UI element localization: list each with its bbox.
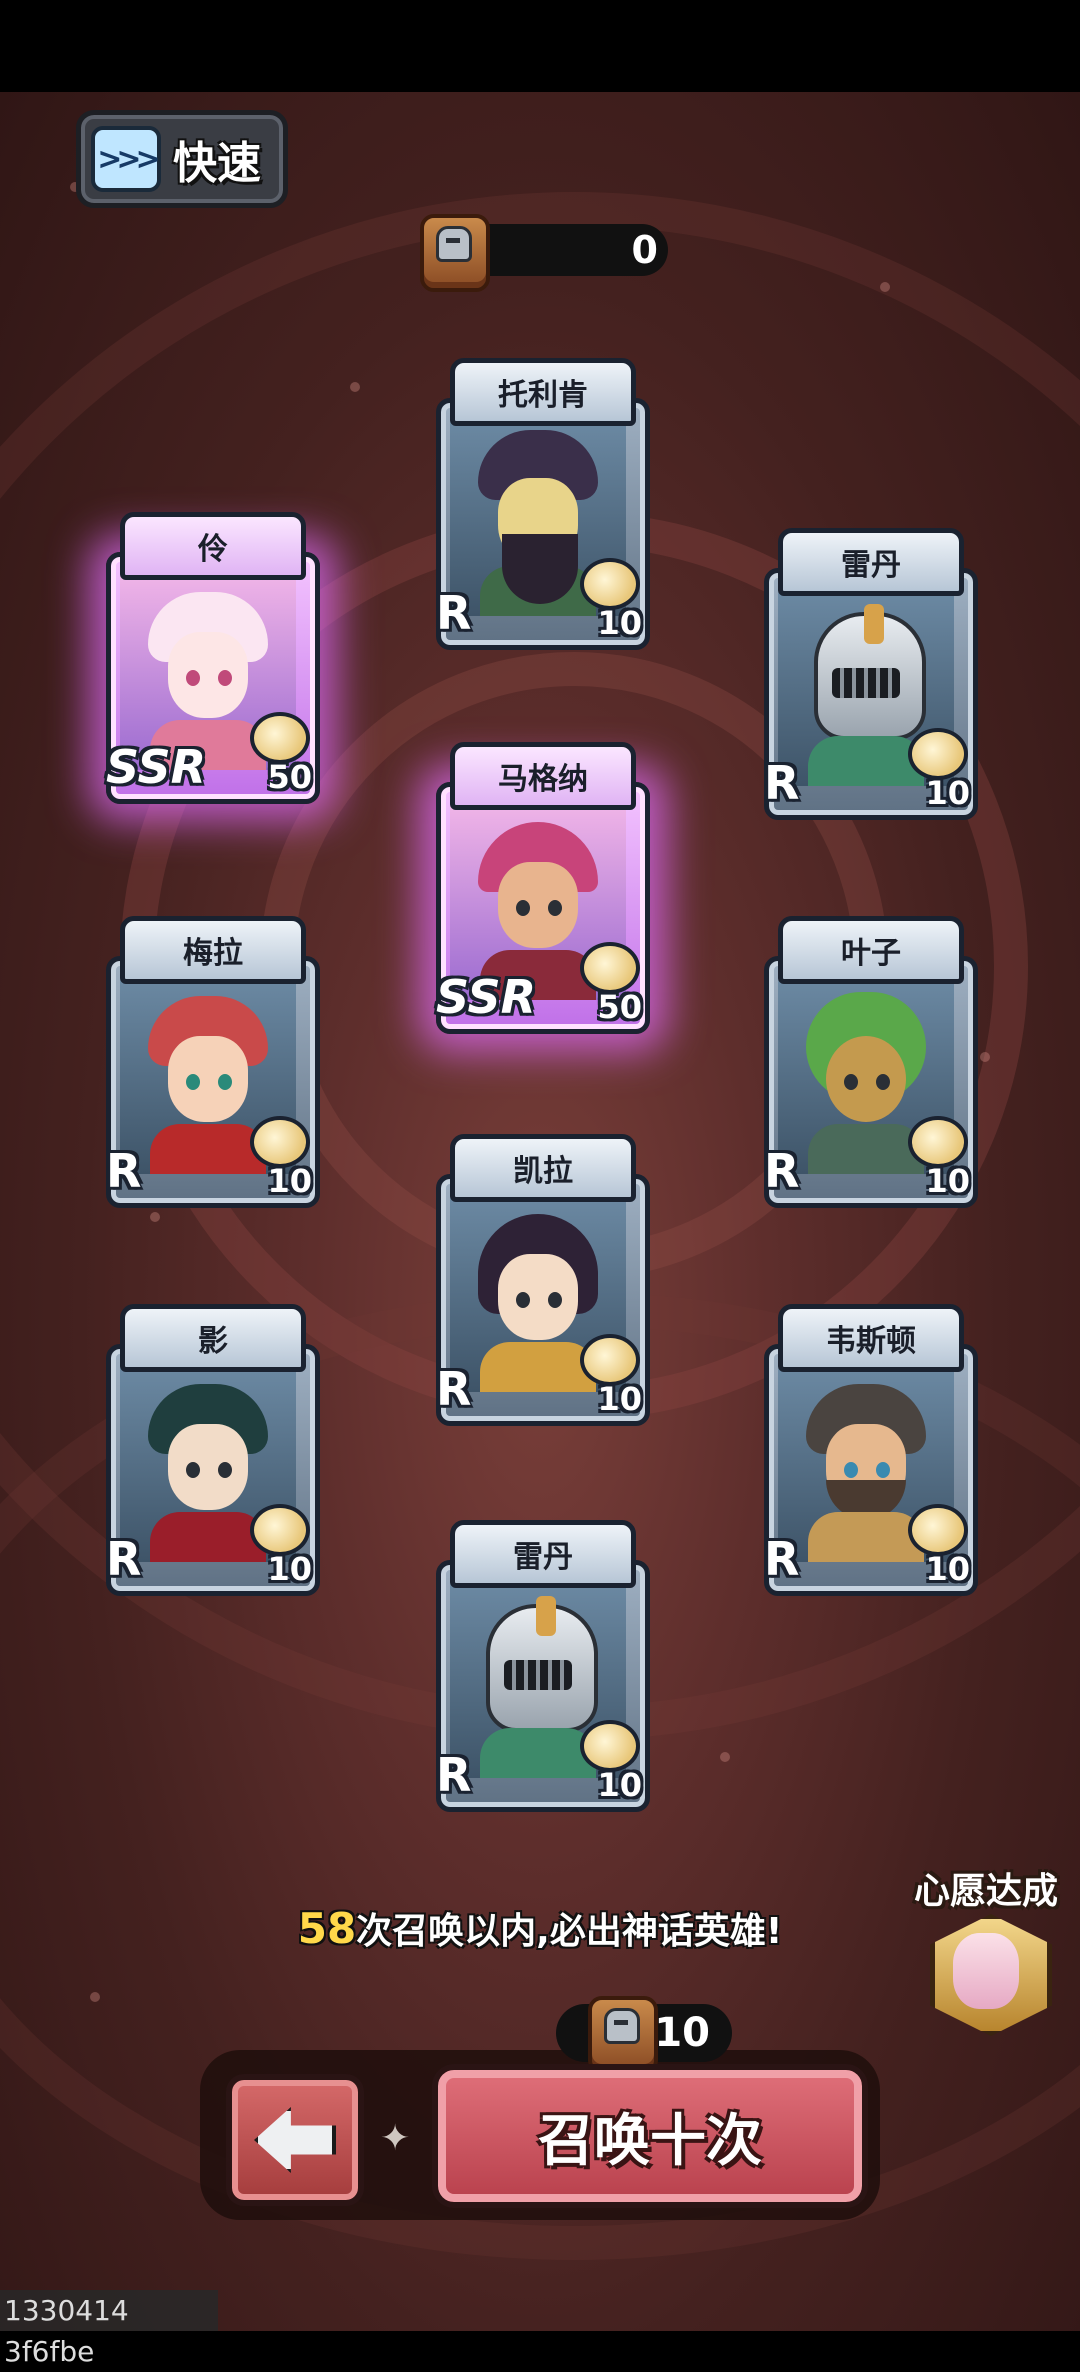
hero-cost: 50: [267, 758, 312, 796]
hero-card[interactable]: 伶 SSR 50: [98, 512, 320, 804]
hero-card[interactable]: 叶子 R 10: [756, 916, 978, 1208]
hero-cost: 10: [925, 1162, 970, 1200]
paw-icon: [250, 712, 310, 764]
hero-name-ribbon: 凯拉: [450, 1134, 636, 1202]
back-arrow-icon: [254, 2107, 336, 2173]
fast-forward-icon: >>>: [91, 126, 161, 192]
hero-rarity: SSR: [106, 740, 207, 794]
hero-name: 叶子: [841, 936, 901, 971]
paw-icon: [908, 1504, 968, 1556]
paw-icon: [908, 1116, 968, 1168]
hero-rarity: R: [764, 756, 800, 810]
hero-name-ribbon: 马格纳: [450, 742, 636, 810]
hero-name-ribbon: 托利肯: [450, 358, 636, 426]
hero-card[interactable]: 梅拉 R 10: [98, 916, 320, 1208]
hero-cost: 10: [597, 1766, 642, 1804]
hero-cost: 10: [597, 1380, 642, 1418]
back-button[interactable]: [226, 2074, 364, 2206]
hero-name: 伶: [198, 532, 228, 567]
hero-name: 影: [198, 1324, 228, 1359]
summon-ten-label: 召唤十次: [538, 2108, 762, 2174]
hero-name-ribbon: 伶: [120, 512, 306, 580]
watermark-text: 1330414 3f6fbe: [0, 2290, 218, 2368]
hero-name-ribbon: 影: [120, 1304, 306, 1372]
paw-icon: [580, 1334, 640, 1386]
hero-name: 雷丹: [513, 1540, 573, 1575]
paw-icon: [250, 1116, 310, 1168]
hero-name: 马格纳: [498, 762, 588, 797]
summon-cost-value: 10: [654, 2010, 710, 2056]
hero-name-ribbon: 雷丹: [778, 528, 964, 596]
hero-name: 雷丹: [841, 548, 901, 583]
hero-cost: 10: [267, 1162, 312, 1200]
hero-card[interactable]: 托利肯 R 10: [428, 358, 650, 650]
hero-card[interactable]: 韦斯顿 R 10: [756, 1304, 978, 1596]
hero-name: 托利肯: [498, 378, 588, 413]
hero-card[interactable]: 影 R 10: [98, 1304, 320, 1596]
summon-token-icon: [588, 1996, 658, 2074]
hero-rarity: R: [106, 1532, 142, 1586]
summon-token-count: 0: [631, 228, 658, 272]
hero-name-ribbon: 韦斯顿: [778, 1304, 964, 1372]
paw-icon: [908, 728, 968, 780]
hero-rarity: R: [436, 1362, 472, 1416]
hero-name: 梅拉: [183, 936, 243, 971]
paw-icon: [580, 1720, 640, 1772]
hero-rarity: R: [764, 1532, 800, 1586]
hero-card[interactable]: 马格纳 SSR 50: [428, 742, 650, 1034]
paw-icon: [580, 942, 640, 994]
hero-rarity: R: [106, 1144, 142, 1198]
sparkle-icon: ✦: [380, 2118, 411, 2159]
paw-icon: [250, 1504, 310, 1556]
quick-button-label: 快速: [173, 138, 261, 189]
quick-button[interactable]: >>> 快速: [76, 110, 288, 208]
summon-token-icon: [420, 214, 490, 292]
hero-cost: 10: [267, 1550, 312, 1588]
hero-cost: 50: [597, 988, 642, 1026]
wish-achieved-button[interactable]: 心愿达成: [902, 1862, 1070, 2036]
status-bar: [0, 0, 1080, 92]
hero-name-ribbon: 雷丹: [450, 1520, 636, 1588]
hero-cost: 10: [597, 604, 642, 642]
hero-name: 凯拉: [513, 1154, 573, 1189]
pity-text: 次召唤以内,必出神话英雄!: [356, 1911, 783, 1952]
hero-name-ribbon: 叶子: [778, 916, 964, 984]
wish-label: 心愿达成: [913, 1871, 1058, 1912]
hero-card[interactable]: 雷丹 R 10: [428, 1520, 650, 1812]
wish-hero-badge-icon: [930, 1914, 1052, 2036]
paw-icon: [580, 558, 640, 610]
hero-rarity: SSR: [436, 970, 537, 1024]
hero-card[interactable]: 雷丹 R 10: [756, 528, 978, 820]
hero-rarity: R: [436, 1748, 472, 1802]
summon-ten-button[interactable]: 召唤十次: [432, 2064, 868, 2208]
hero-rarity: R: [764, 1144, 800, 1198]
pity-count: 58: [297, 1904, 357, 1953]
hero-cost: 10: [925, 774, 970, 812]
hero-rarity: R: [436, 586, 472, 640]
hero-name: 韦斯顿: [826, 1324, 916, 1359]
hero-cost: 10: [925, 1550, 970, 1588]
hero-card[interactable]: 凯拉 R 10: [428, 1134, 650, 1426]
hero-name-ribbon: 梅拉: [120, 916, 306, 984]
